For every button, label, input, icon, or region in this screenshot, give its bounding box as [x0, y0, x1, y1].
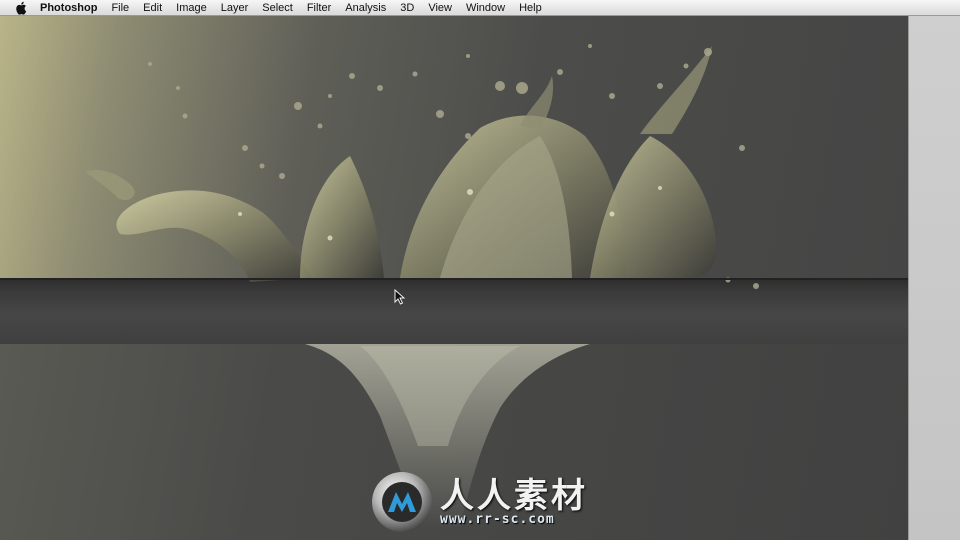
- menu-analysis[interactable]: Analysis: [345, 2, 386, 14]
- document-canvas[interactable]: 人人素材 www.rr-sc.com: [0, 16, 908, 540]
- menu-help[interactable]: Help: [519, 2, 542, 14]
- menu-view[interactable]: View: [428, 2, 452, 14]
- menu-3d[interactable]: 3D: [400, 2, 414, 14]
- menu-layer[interactable]: Layer: [221, 2, 249, 14]
- menu-edit[interactable]: Edit: [143, 2, 162, 14]
- watermark-title: 人人素材: [440, 477, 588, 515]
- menu-window[interactable]: Window: [466, 2, 505, 14]
- menu-select[interactable]: Select: [262, 2, 293, 14]
- rr-sc-logo-icon: [370, 470, 434, 534]
- arrow-cursor-icon: [394, 288, 406, 310]
- watermark-url: www.rr-sc.com: [440, 512, 555, 527]
- apple-logo-icon[interactable]: [14, 1, 28, 15]
- menu-app-photoshop[interactable]: Photoshop: [40, 2, 97, 14]
- menu-file[interactable]: File: [111, 2, 129, 14]
- watermark: 人人素材 www.rr-sc.com: [370, 462, 610, 540]
- panel-area: [908, 16, 960, 540]
- menu-image[interactable]: Image: [176, 2, 207, 14]
- menu-bar: Photoshop File Edit Image Layer Select F…: [0, 0, 960, 16]
- menu-filter[interactable]: Filter: [307, 2, 331, 14]
